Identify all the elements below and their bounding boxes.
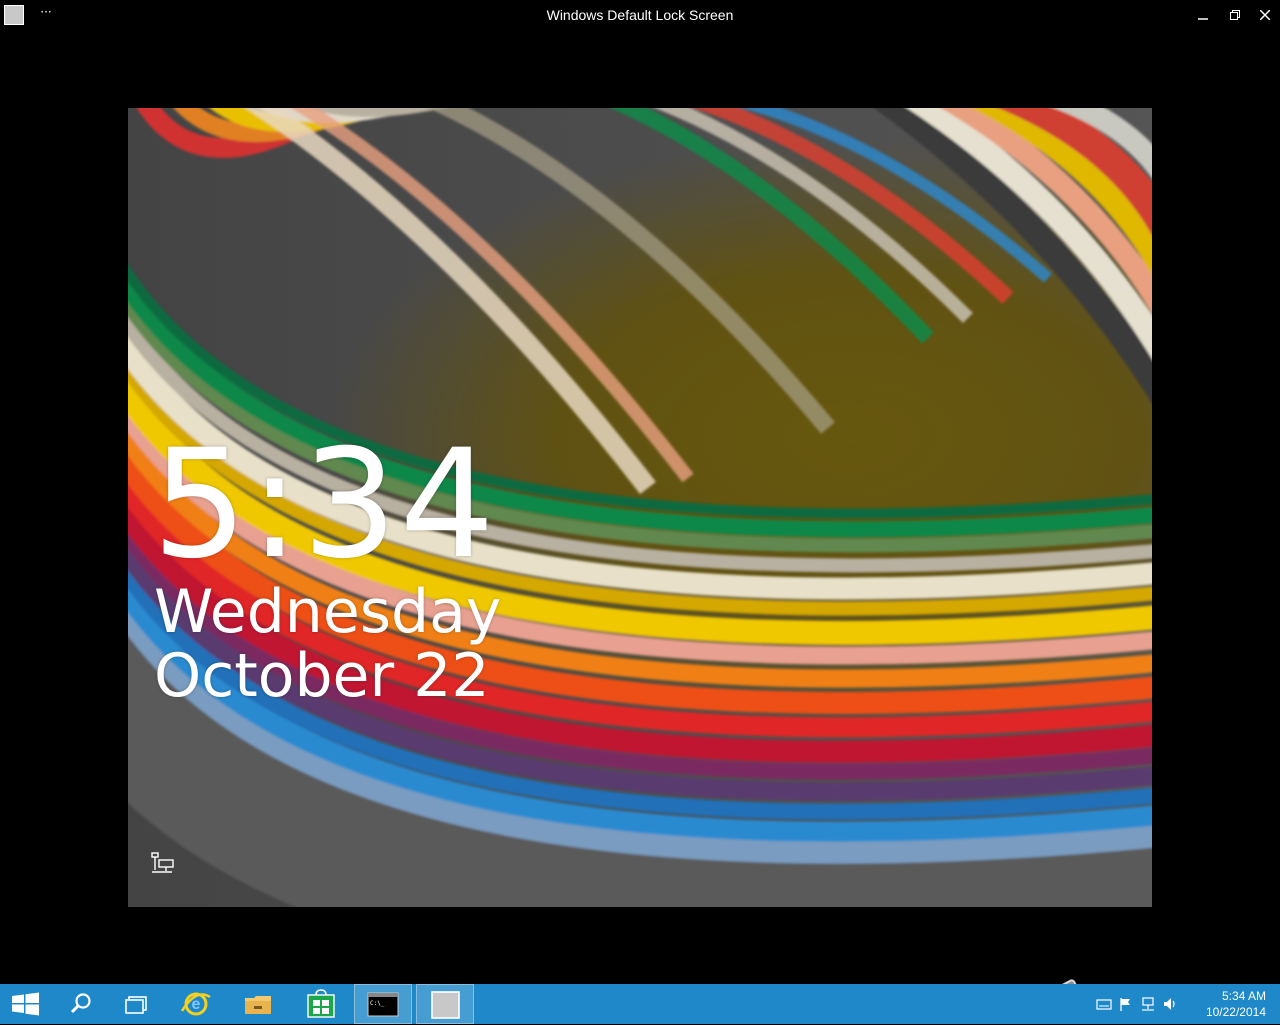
search-button[interactable]: [54, 984, 110, 1024]
taskbar: e C:\_ 5:34 AM 10/22/2014: [0, 984, 1280, 1024]
file-explorer-icon: [245, 996, 271, 1014]
minimize-button[interactable]: [1186, 0, 1220, 30]
taskbar-time: 5:34 AM: [1221, 989, 1266, 1003]
store-icon: [307, 989, 335, 1018]
internet-explorer-button[interactable]: e: [168, 984, 224, 1024]
keyboard-icon[interactable]: [1096, 996, 1112, 1012]
taskbar-date: 10/22/2014: [1205, 1005, 1266, 1019]
lock-screen-app-button[interactable]: [416, 984, 474, 1024]
restore-button[interactable]: [1218, 0, 1252, 30]
task-view-button[interactable]: [110, 984, 166, 1024]
network-icon[interactable]: [1140, 996, 1156, 1012]
system-tray: 5:34 AM 10/22/2014: [1020, 984, 1280, 1024]
network-icon[interactable]: [150, 852, 176, 876]
lock-screen[interactable]: 5:34 Wednesday October 22: [128, 108, 1152, 907]
minimize-icon: [1198, 18, 1208, 20]
start-icon: [12, 992, 39, 1016]
window-title: Windows Default Lock Screen: [546, 7, 734, 23]
task-view-icon: [125, 996, 147, 1014]
file-explorer-button[interactable]: [230, 984, 286, 1024]
taskbar-clock[interactable]: 5:34 AM 10/22/2014: [1206, 988, 1266, 1020]
lock-time: 5:34: [152, 418, 497, 592]
start-button[interactable]: [0, 984, 56, 1024]
lock-clock: 5:34 Wednesday October 22: [152, 430, 501, 708]
command-prompt-icon: C:\_: [367, 992, 399, 1017]
app-icon[interactable]: [4, 5, 24, 25]
restore-icon: [1230, 10, 1240, 20]
svg-text:C:\_: C:\_: [370, 1000, 385, 1007]
action-center-flag-icon[interactable]: [1118, 996, 1134, 1012]
lock-date: October 22: [154, 641, 490, 711]
store-button[interactable]: [292, 984, 348, 1024]
close-icon: [1260, 10, 1270, 20]
command-prompt-button[interactable]: C:\_: [354, 984, 412, 1024]
lock-screen-app-icon: [431, 991, 460, 1019]
search-icon: [70, 993, 91, 1014]
close-button[interactable]: [1248, 0, 1280, 30]
menu-dots-icon[interactable]: ···: [36, 4, 56, 24]
title-bar: ··· Windows Default Lock Screen: [0, 0, 1280, 30]
lock-day: Wednesday: [154, 577, 502, 647]
internet-explorer-icon: e: [180, 992, 211, 1016]
volume-icon[interactable]: [1162, 996, 1178, 1012]
